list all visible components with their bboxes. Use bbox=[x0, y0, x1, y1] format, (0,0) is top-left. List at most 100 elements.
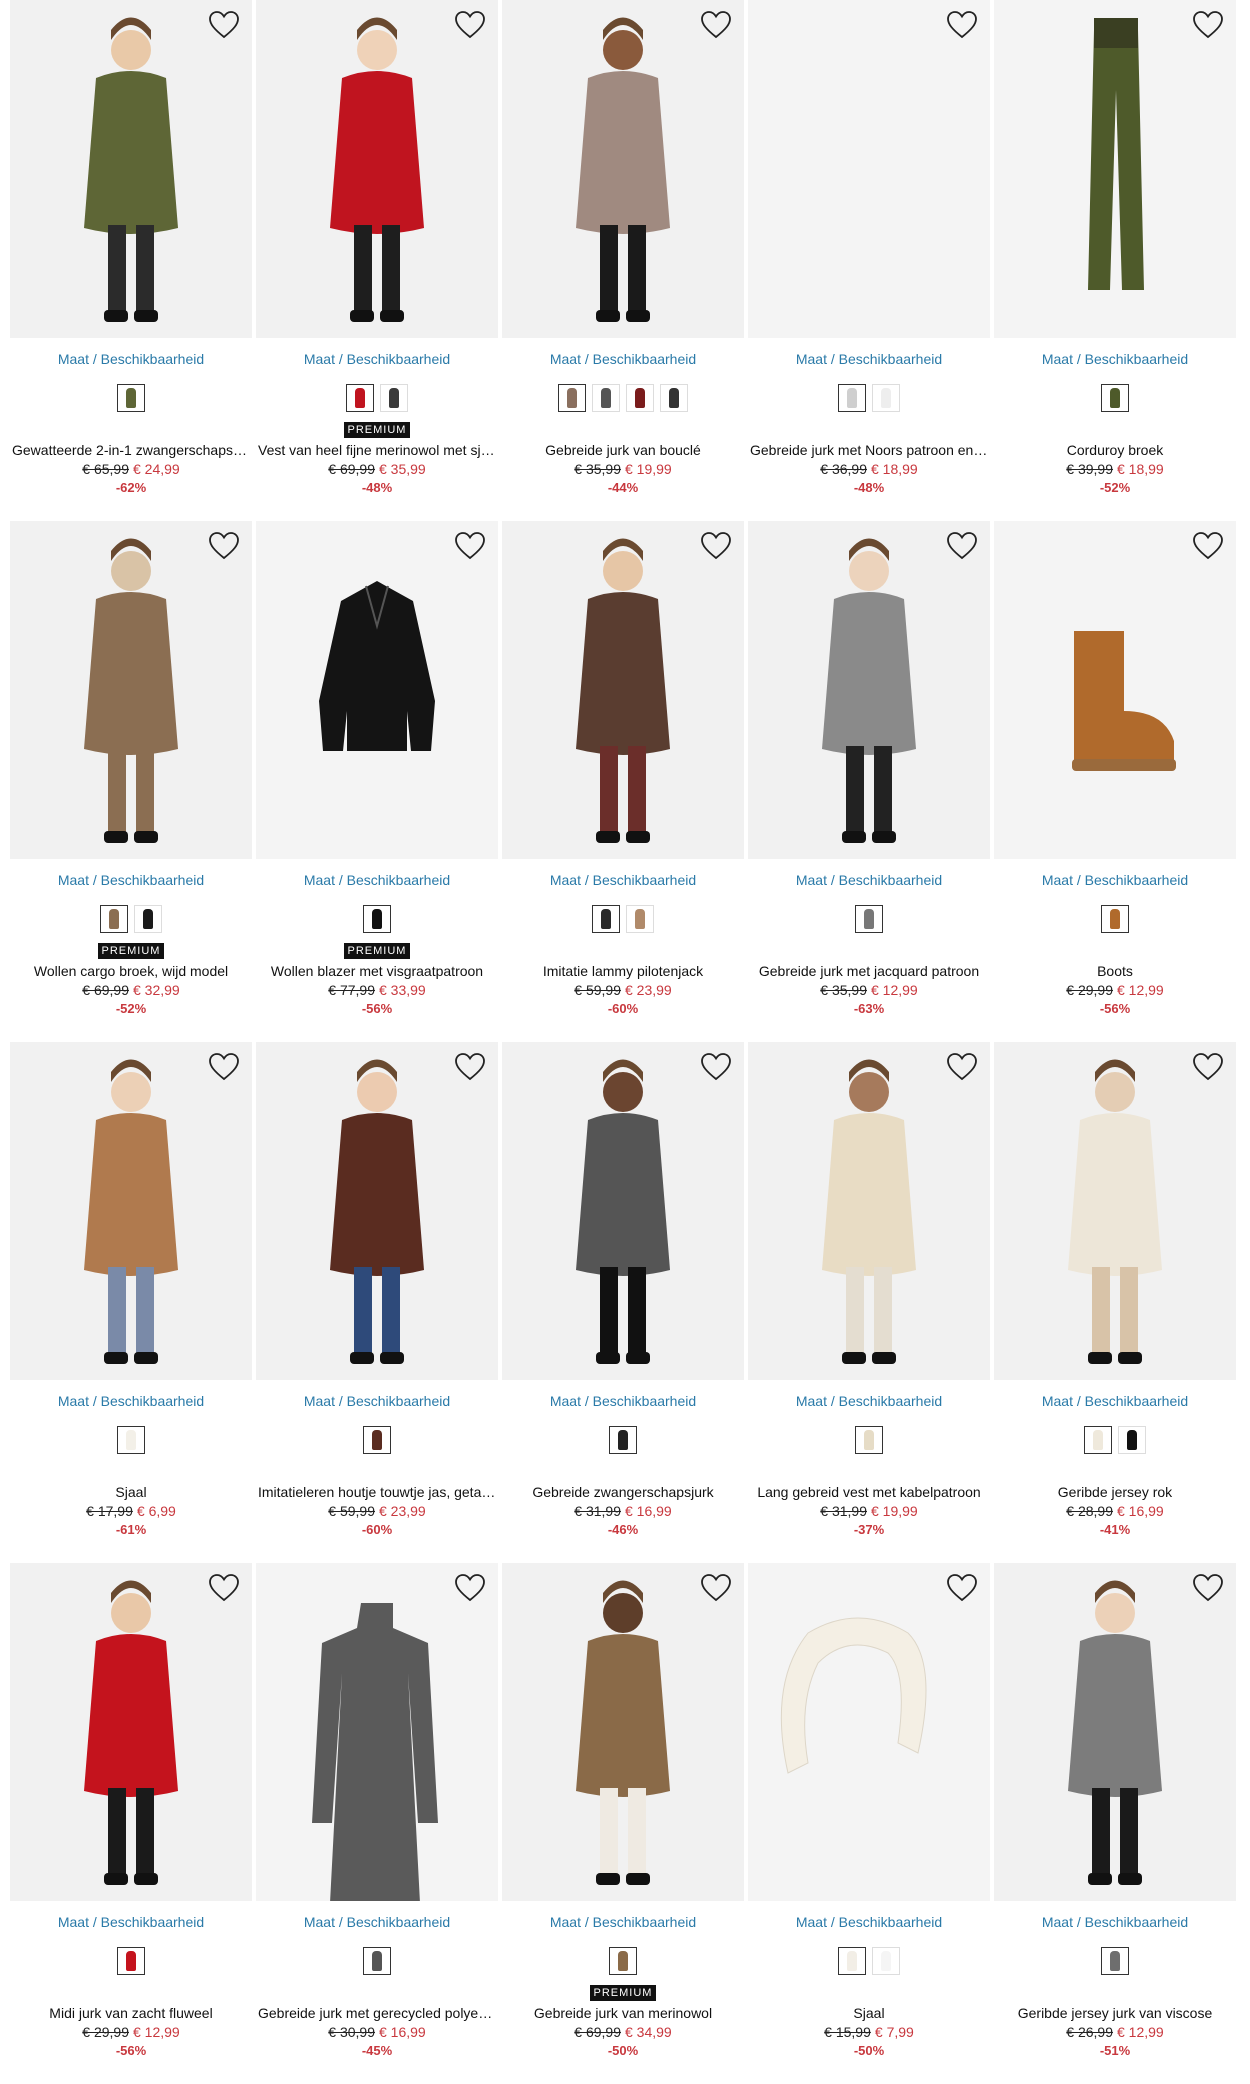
color-swatch[interactable] bbox=[1101, 1947, 1129, 1975]
wishlist-heart-icon[interactable] bbox=[208, 531, 240, 561]
color-swatch[interactable] bbox=[660, 384, 688, 412]
product-image[interactable] bbox=[10, 0, 252, 338]
product-image[interactable] bbox=[502, 1563, 744, 1901]
size-availability-link[interactable]: Maat / Beschikbaarheid bbox=[748, 350, 990, 368]
product-name[interactable]: Vest van heel fijne merinowol met sjaal bbox=[256, 442, 498, 458]
color-swatch[interactable] bbox=[872, 1947, 900, 1975]
size-availability-link[interactable]: Maat / Beschikbaarheid bbox=[256, 1392, 498, 1410]
color-swatch[interactable] bbox=[558, 384, 586, 412]
color-swatch[interactable] bbox=[363, 1947, 391, 1975]
product-card[interactable]: Maat / Beschikbaarheid Geribde jersey jur… bbox=[994, 1563, 1236, 2084]
product-card[interactable]: Maat / Beschikbaarheid Gebreide zwangersc… bbox=[502, 1042, 744, 1563]
wishlist-heart-icon[interactable] bbox=[454, 1573, 486, 1603]
product-name[interactable]: Imitatieleren houtje touwtje jas, getail… bbox=[256, 1484, 498, 1500]
product-name[interactable]: Gebreide jurk met jacquard patroon bbox=[748, 963, 990, 979]
product-image[interactable] bbox=[502, 0, 744, 338]
product-image[interactable] bbox=[502, 1042, 744, 1380]
product-name[interactable]: Boots bbox=[994, 963, 1236, 979]
product-name[interactable]: Wollen blazer met visgraatpatroon bbox=[256, 963, 498, 979]
product-card[interactable]: Maat / Beschikbaarheid Boots € 29,99 € 12,9… bbox=[994, 521, 1236, 1042]
product-image[interactable] bbox=[256, 0, 498, 338]
color-swatch[interactable] bbox=[855, 905, 883, 933]
wishlist-heart-icon[interactable] bbox=[946, 1573, 978, 1603]
wishlist-heart-icon[interactable] bbox=[208, 1573, 240, 1603]
wishlist-heart-icon[interactable] bbox=[946, 10, 978, 40]
product-image[interactable] bbox=[748, 1563, 990, 1901]
product-image[interactable] bbox=[10, 521, 252, 859]
product-name[interactable]: Midi jurk van zacht fluweel bbox=[10, 2005, 252, 2021]
product-card[interactable]: Maat / Beschikbaarheid PREMIUM Wollen blaz… bbox=[256, 521, 498, 1042]
size-availability-link[interactable]: Maat / Beschikbaarheid bbox=[994, 1392, 1236, 1410]
color-swatch[interactable] bbox=[1101, 384, 1129, 412]
color-swatch[interactable] bbox=[1101, 905, 1129, 933]
size-availability-link[interactable]: Maat / Beschikbaarheid bbox=[502, 871, 744, 889]
product-card[interactable]: Maat / Beschikbaarheid Lang gebreid vest … bbox=[748, 1042, 990, 1563]
color-swatch[interactable] bbox=[363, 905, 391, 933]
size-availability-link[interactable]: Maat / Beschikbaarheid bbox=[10, 1913, 252, 1931]
product-name[interactable]: Wollen cargo broek, wijd model bbox=[10, 963, 252, 979]
product-image[interactable] bbox=[748, 521, 990, 859]
color-swatch[interactable] bbox=[1084, 1426, 1112, 1454]
product-name[interactable]: Corduroy broek bbox=[994, 442, 1236, 458]
color-swatch[interactable] bbox=[838, 1947, 866, 1975]
size-availability-link[interactable]: Maat / Beschikbaarheid bbox=[994, 1913, 1236, 1931]
size-availability-link[interactable]: Maat / Beschikbaarheid bbox=[10, 350, 252, 368]
size-availability-link[interactable]: Maat / Beschikbaarheid bbox=[994, 871, 1236, 889]
size-availability-link[interactable]: Maat / Beschikbaarheid bbox=[256, 1913, 498, 1931]
product-image[interactable] bbox=[502, 521, 744, 859]
wishlist-heart-icon[interactable] bbox=[1192, 1573, 1224, 1603]
wishlist-heart-icon[interactable] bbox=[454, 1052, 486, 1082]
size-availability-link[interactable]: Maat / Beschikbaarheid bbox=[748, 871, 990, 889]
product-card[interactable]: Maat / Beschikbaarheid Imitatie lammy pil… bbox=[502, 521, 744, 1042]
size-availability-link[interactable]: Maat / Beschikbaarheid bbox=[10, 1392, 252, 1410]
product-name[interactable]: Imitatie lammy pilotenjack bbox=[502, 963, 744, 979]
product-card[interactable]: Maat / Beschikbaarheid Gebreide jurk van … bbox=[502, 0, 744, 521]
product-name[interactable]: Lang gebreid vest met kabelpatroon bbox=[748, 1484, 990, 1500]
product-card[interactable]: Maat / Beschikbaarheid PREMIUM Gebreide ju… bbox=[502, 1563, 744, 2084]
product-image[interactable] bbox=[994, 1563, 1236, 1901]
wishlist-heart-icon[interactable] bbox=[700, 10, 732, 40]
product-card[interactable]: Maat / Beschikbaarheid Gewatteerde 2-in-1… bbox=[10, 0, 252, 521]
product-card[interactable]: Maat / Beschikbaarheid Gebreide jurk met … bbox=[748, 0, 990, 521]
product-image[interactable] bbox=[994, 521, 1236, 859]
product-card[interactable]: Maat / Beschikbaarheid Geribde jersey rok… bbox=[994, 1042, 1236, 1563]
product-image[interactable] bbox=[256, 521, 498, 859]
size-availability-link[interactable]: Maat / Beschikbaarheid bbox=[502, 350, 744, 368]
wishlist-heart-icon[interactable] bbox=[946, 531, 978, 561]
product-card[interactable]: Maat / Beschikbaarheid Sjaal € 15,99 € 7,99… bbox=[748, 1563, 990, 2084]
size-availability-link[interactable]: Maat / Beschikbaarheid bbox=[256, 350, 498, 368]
product-card[interactable]: Maat / Beschikbaarheid Gebreide jurk met … bbox=[748, 521, 990, 1042]
color-swatch[interactable] bbox=[609, 1947, 637, 1975]
product-name[interactable]: Gebreide jurk van merinowol bbox=[502, 2005, 744, 2021]
color-swatch[interactable] bbox=[626, 905, 654, 933]
product-name[interactable]: Gebreide jurk van bouclé bbox=[502, 442, 744, 458]
color-swatch[interactable] bbox=[1118, 1426, 1146, 1454]
color-swatch[interactable] bbox=[117, 384, 145, 412]
color-swatch[interactable] bbox=[346, 384, 374, 412]
product-name[interactable]: Gebreide jurk met Noors patroon en col bbox=[748, 442, 990, 458]
product-image[interactable] bbox=[994, 0, 1236, 338]
wishlist-heart-icon[interactable] bbox=[208, 1052, 240, 1082]
product-name[interactable]: Gewatteerde 2-in-1 zwangerschapsjas bbox=[10, 442, 252, 458]
wishlist-heart-icon[interactable] bbox=[1192, 1052, 1224, 1082]
product-card[interactable]: Maat / Beschikbaarheid Sjaal € 17,99 € 6,99… bbox=[10, 1042, 252, 1563]
product-image[interactable] bbox=[256, 1042, 498, 1380]
product-card[interactable]: Maat / Beschikbaarheid PREMIUM Wollen carg… bbox=[10, 521, 252, 1042]
color-swatch[interactable] bbox=[100, 905, 128, 933]
color-swatch[interactable] bbox=[838, 384, 866, 412]
product-card[interactable]: Maat / Beschikbaarheid PREMIUM Vest van he… bbox=[256, 0, 498, 521]
product-name[interactable]: Sjaal bbox=[748, 2005, 990, 2021]
wishlist-heart-icon[interactable] bbox=[700, 1573, 732, 1603]
wishlist-heart-icon[interactable] bbox=[1192, 10, 1224, 40]
product-image[interactable] bbox=[256, 1563, 498, 1901]
color-swatch[interactable] bbox=[872, 384, 900, 412]
size-availability-link[interactable]: Maat / Beschikbaarheid bbox=[748, 1392, 990, 1410]
color-swatch[interactable] bbox=[609, 1426, 637, 1454]
product-card[interactable]: Maat / Beschikbaarheid Imitatieleren hout… bbox=[256, 1042, 498, 1563]
wishlist-heart-icon[interactable] bbox=[208, 10, 240, 40]
color-swatch[interactable] bbox=[626, 384, 654, 412]
size-availability-link[interactable]: Maat / Beschikbaarheid bbox=[10, 871, 252, 889]
size-availability-link[interactable]: Maat / Beschikbaarheid bbox=[748, 1913, 990, 1931]
color-swatch[interactable] bbox=[380, 384, 408, 412]
color-swatch[interactable] bbox=[134, 905, 162, 933]
